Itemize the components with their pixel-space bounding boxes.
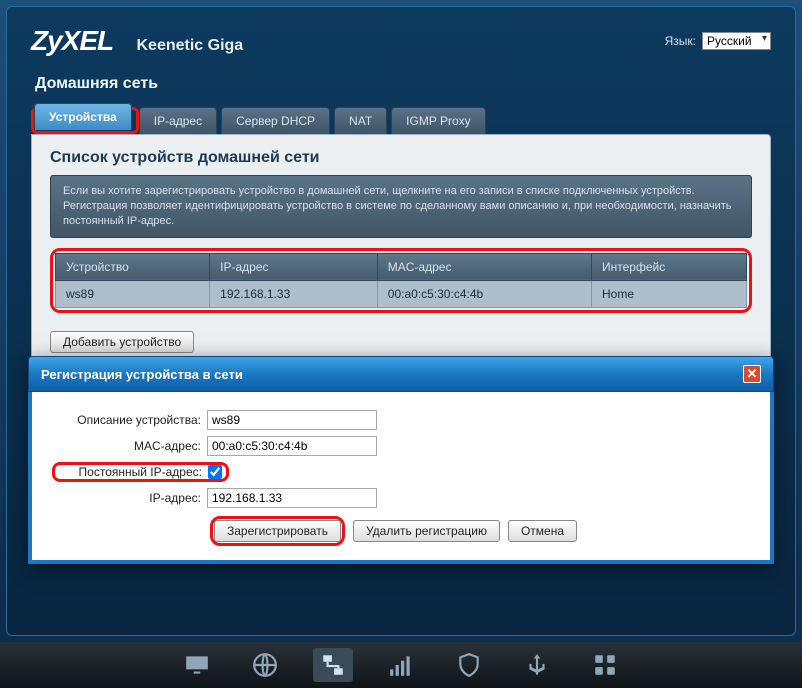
monitor-icon[interactable] bbox=[177, 648, 217, 682]
language-selector: Язык: Русский bbox=[665, 32, 771, 50]
highlight-tab: Устройства bbox=[31, 107, 139, 134]
highlight-register-button: Зарегистрировать bbox=[210, 516, 345, 546]
tab-bar: Устройства IP-адрес Сервер DHCP NAT IGMP… bbox=[31, 107, 771, 134]
tab-ip-address[interactable]: IP-адрес bbox=[139, 107, 217, 134]
panel-title: Список устройств домашней сети bbox=[50, 149, 752, 167]
apps-icon[interactable] bbox=[585, 648, 625, 682]
header: ZyXEL Keenetic Giga Язык: Русский bbox=[31, 25, 771, 57]
table-row[interactable]: ws89 192.168.1.33 00:a0:c5:30:c4:4b Home bbox=[56, 280, 747, 307]
tab-devices[interactable]: Устройства bbox=[34, 103, 132, 130]
dialog-body: Описание устройства: MAC-адрес: Постоянн… bbox=[28, 392, 774, 564]
add-device-button[interactable]: Добавить устройство bbox=[50, 331, 194, 353]
info-box: Если вы хотите зарегистрировать устройст… bbox=[50, 175, 752, 238]
language-select[interactable]: Русский bbox=[702, 32, 771, 50]
devices-table: Устройство IP-адрес MAC-адрес Интерфейс … bbox=[55, 253, 747, 308]
tab-dhcp[interactable]: Сервер DHCP bbox=[221, 107, 330, 134]
brand-block: ZyXEL Keenetic Giga bbox=[31, 25, 243, 57]
col-device: Устройство bbox=[56, 253, 210, 280]
cell-ip: 192.168.1.33 bbox=[210, 280, 378, 307]
dialog-title-text: Регистрация устройства в сети bbox=[41, 367, 243, 382]
dialog-titlebar[interactable]: Регистрация устройства в сети ✕ bbox=[28, 356, 774, 392]
content-panel: Список устройств домашней сети Если вы х… bbox=[31, 134, 771, 374]
tab-nat[interactable]: NAT bbox=[334, 107, 387, 134]
close-icon[interactable]: ✕ bbox=[743, 365, 761, 383]
cancel-button[interactable]: Отмена bbox=[508, 520, 577, 542]
language-label: Язык: bbox=[665, 34, 696, 48]
desc-input[interactable] bbox=[207, 410, 377, 430]
logo: ZyXEL bbox=[31, 25, 113, 56]
permanent-ip-checkbox[interactable] bbox=[208, 465, 222, 479]
lan-icon[interactable] bbox=[313, 648, 353, 682]
permanent-ip-label: Постоянный IP-адрес: bbox=[59, 465, 208, 479]
ip-label: IP-адрес: bbox=[52, 491, 207, 505]
cell-mac: 00:a0:c5:30:c4:4b bbox=[377, 280, 591, 307]
ip-input[interactable] bbox=[207, 488, 377, 508]
footer-nav bbox=[0, 642, 802, 688]
usb-icon[interactable] bbox=[517, 648, 557, 682]
mac-label: MAC-адрес: bbox=[52, 439, 207, 453]
highlight-permanent-ip: Постоянный IP-адрес: bbox=[52, 462, 229, 482]
register-dialog: Регистрация устройства в сети ✕ Описание… bbox=[28, 356, 774, 564]
shield-icon[interactable] bbox=[449, 648, 489, 682]
desc-label: Описание устройства: bbox=[52, 413, 207, 427]
table-header-row: Устройство IP-адрес MAC-адрес Интерфейс bbox=[56, 253, 747, 280]
register-button[interactable]: Зарегистрировать bbox=[214, 520, 341, 542]
globe-icon[interactable] bbox=[245, 648, 285, 682]
mac-input[interactable] bbox=[207, 436, 377, 456]
page-title: Домашняя сеть bbox=[35, 75, 771, 93]
cell-device: ws89 bbox=[56, 280, 210, 307]
signal-icon[interactable] bbox=[381, 648, 421, 682]
col-ip: IP-адрес bbox=[210, 253, 378, 280]
highlight-table: Устройство IP-адрес MAC-адрес Интерфейс … bbox=[50, 248, 752, 313]
cell-iface: Home bbox=[592, 280, 747, 307]
product-name: Keenetic Giga bbox=[136, 37, 243, 54]
delete-registration-button[interactable]: Удалить регистрацию bbox=[353, 520, 500, 542]
col-mac: MAC-адрес bbox=[377, 253, 591, 280]
tab-igmp[interactable]: IGMP Proxy bbox=[391, 107, 485, 134]
dialog-buttons: Зарегистрировать Удалить регистрацию Отм… bbox=[210, 516, 750, 546]
col-iface: Интерфейс bbox=[592, 253, 747, 280]
